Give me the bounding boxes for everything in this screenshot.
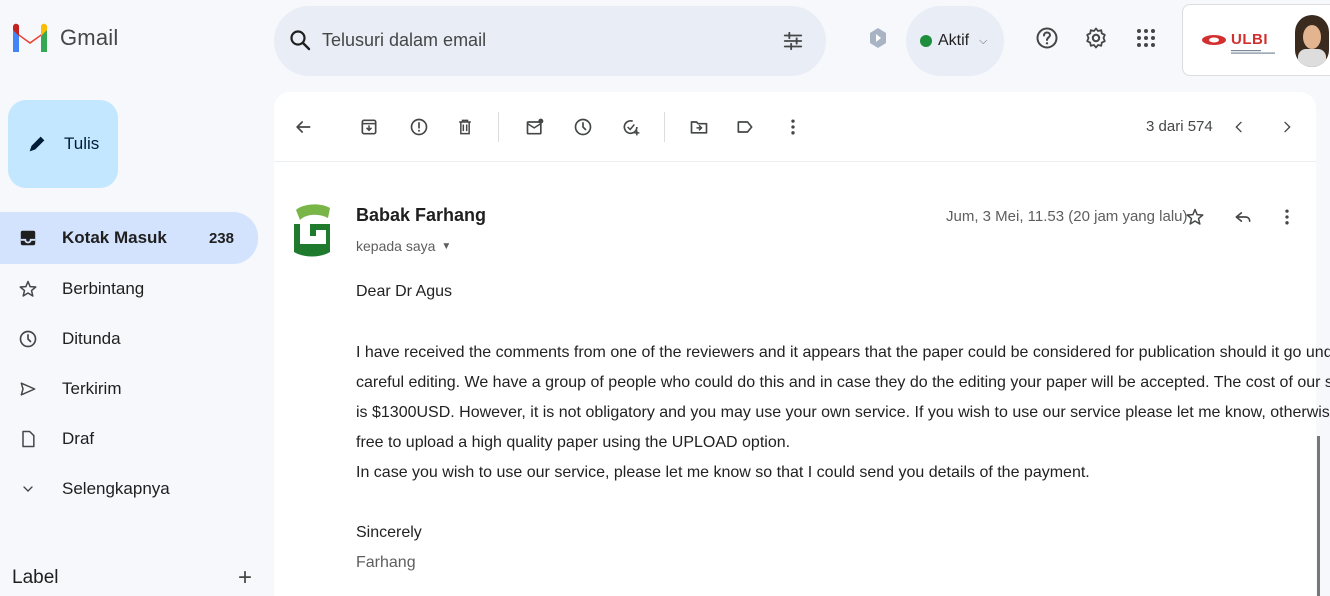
sidebar-item-label: Terkirim xyxy=(62,379,122,398)
avatar-face xyxy=(1303,25,1321,49)
sender-avatar[interactable] xyxy=(290,202,334,258)
status-selector[interactable]: Aktif ⌵ xyxy=(906,6,1004,76)
clock-icon xyxy=(18,329,38,349)
message-body-line: careful editing. We have a group of peop… xyxy=(356,374,1330,391)
app-name: Gmail xyxy=(60,25,119,50)
sidebar-item-snoozed[interactable]: Ditunda xyxy=(0,314,258,364)
delete-icon[interactable] xyxy=(454,116,476,138)
label-icon[interactable] xyxy=(734,116,756,138)
labels-heading: Label xyxy=(12,567,59,588)
message-date: Jum, 3 Mei, 11.53 (20 jam yang lalu) xyxy=(946,208,1188,225)
message-body-line: free to upload a high quality paper usin… xyxy=(356,434,791,451)
sender-name: Babak Farhang xyxy=(356,205,487,225)
next-message-icon[interactable] xyxy=(1276,116,1298,138)
add-task-icon[interactable] xyxy=(620,116,642,138)
help-icon[interactable] xyxy=(1035,26,1059,50)
back-icon[interactable] xyxy=(292,116,314,138)
inbox-icon xyxy=(18,228,38,248)
chevron-down-icon xyxy=(18,479,38,499)
star-icon xyxy=(18,279,38,299)
avatar-shirt xyxy=(1298,49,1326,67)
organization-tagline-graphic xyxy=(1231,50,1275,54)
recipient-details-toggle[interactable]: kepada saya ▼ xyxy=(356,238,451,254)
more-options-icon[interactable] xyxy=(782,116,804,138)
message-closing: Sincerely xyxy=(356,524,422,541)
organization-logo: ULBI xyxy=(1201,31,1268,48)
ulbi-mark-icon xyxy=(1202,34,1226,45)
send-icon xyxy=(18,379,38,399)
sidebar-item-more[interactable]: Selengkapnya xyxy=(0,464,258,514)
toolbar-divider xyxy=(664,112,665,142)
sidebar-item-label: Kotak Masuk xyxy=(62,228,167,247)
message-view: 3 dari 574 Babak Farhang kepada saya ▼ J… xyxy=(274,92,1330,596)
sidebar-item-label: Berbintang xyxy=(62,279,145,298)
message-body-line: In case you wish to use our service, ple… xyxy=(356,464,1090,481)
message-greeting: Dear Dr Agus xyxy=(356,283,453,300)
unread-count-badge: 238 xyxy=(208,229,234,247)
search-input[interactable]: Telusuri dalam email xyxy=(322,30,486,51)
pencil-icon xyxy=(29,136,45,152)
recipient-text: kepada saya xyxy=(356,238,436,254)
archive-icon[interactable] xyxy=(358,116,380,138)
draft-icon xyxy=(18,429,38,449)
gemini-icon[interactable] xyxy=(866,26,890,50)
message-toolbar: 3 dari 574 xyxy=(274,92,1316,162)
chevron-down-icon: ⌵ xyxy=(979,34,988,47)
message-more-icon[interactable] xyxy=(1276,206,1298,228)
organization-logo-text: ULBI xyxy=(1231,31,1268,48)
status-label: Aktif xyxy=(938,32,970,49)
mark-unread-icon[interactable] xyxy=(524,116,546,138)
add-label-icon[interactable]: + xyxy=(238,564,252,592)
status-dot-icon xyxy=(920,35,932,47)
account-switcher[interactable]: ULBI xyxy=(1182,4,1330,76)
snooze-icon[interactable] xyxy=(572,116,594,138)
caret-down-icon: ▼ xyxy=(441,240,452,252)
search-icon[interactable] xyxy=(288,28,312,52)
report-spam-icon[interactable] xyxy=(408,116,430,138)
previous-message-icon[interactable] xyxy=(1228,116,1250,138)
message-body-line: I have received the comments from one of… xyxy=(356,344,1330,361)
gmail-m-icon xyxy=(13,23,47,52)
compose-label: Tulis xyxy=(64,134,100,153)
sidebar-item-drafts[interactable]: Draf xyxy=(0,414,258,464)
sidebar-item-label: Ditunda xyxy=(62,329,121,348)
pager-text: 3 dari 574 xyxy=(1146,118,1213,135)
reply-icon[interactable] xyxy=(1232,206,1254,228)
sidebar-item-label: Draf xyxy=(62,429,95,448)
message-body-line: is $1300USD. However, it is not obligato… xyxy=(356,404,1330,421)
user-avatar[interactable] xyxy=(1295,15,1329,67)
sidebar-item-sent[interactable]: Terkirim xyxy=(0,364,258,414)
message-signature: Farhang xyxy=(356,554,416,571)
sidebar-item-starred[interactable]: Berbintang xyxy=(0,264,258,314)
labels-section-header: Label + xyxy=(12,564,252,592)
gmail-logo[interactable]: Gmail xyxy=(10,22,118,54)
star-icon[interactable] xyxy=(1184,206,1206,228)
compose-button[interactable]: Tulis xyxy=(8,100,118,188)
sidebar-item-label: Selengkapnya xyxy=(62,479,170,498)
sidebar-item-inbox[interactable]: Kotak Masuk 238 xyxy=(0,212,258,264)
sidebar-nav: Kotak Masuk 238 Berbintang Ditunda Terki… xyxy=(0,212,258,514)
search-options-icon[interactable] xyxy=(782,30,804,52)
search-bar[interactable]: Telusuri dalam email xyxy=(274,6,826,76)
settings-gear-icon[interactable] xyxy=(1084,26,1108,50)
apps-grid-icon[interactable] xyxy=(1134,26,1158,50)
toolbar-divider xyxy=(498,112,499,142)
move-to-icon[interactable] xyxy=(688,116,710,138)
top-bar: Gmail Telusuri dalam email Aktif ⌵ ULBI xyxy=(0,0,1330,84)
scrollbar-thumb[interactable] xyxy=(1317,436,1320,596)
